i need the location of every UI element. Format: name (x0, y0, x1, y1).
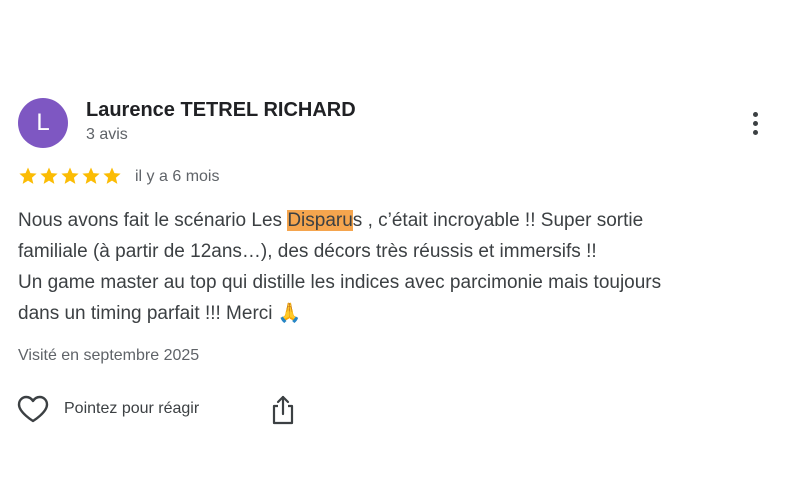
highlighted-text: Disparu (287, 210, 353, 231)
star-icon (103, 167, 121, 184)
review-text-line-4: dans un timing parfait !!! Merci 🙏 (18, 303, 302, 324)
author-name[interactable]: Laurence TETREL RICHARD (86, 99, 356, 122)
review-text-segment: Nous avons fait le scénario Les (18, 210, 288, 231)
share-icon (270, 394, 296, 426)
share-button[interactable] (268, 393, 298, 427)
review-text-line-1: Nous avons fait le scénario Les Disparus… (18, 205, 788, 236)
react-button[interactable]: Pointez pour réagir (16, 392, 199, 426)
heart-icon (16, 394, 50, 424)
more-vert-icon (752, 111, 758, 135)
review-count: 3 avis (86, 126, 128, 143)
avatar-initial: L (36, 109, 50, 136)
star-icon (40, 167, 58, 184)
review-text: Nous avons fait le scénario Les Disparus… (18, 205, 788, 329)
star-rating (18, 166, 122, 186)
star-icon (61, 167, 79, 184)
visit-date: Visité en septembre 2025 (18, 347, 200, 364)
review-text-segment: s , c’était incroyable !! Super sortie (352, 210, 644, 231)
review-text-line-2: familiale (à partir de 12ans…), des déco… (18, 241, 597, 262)
avatar[interactable]: L (18, 98, 68, 148)
review-time: il y a 6 mois (135, 168, 220, 185)
star-icon (82, 167, 100, 184)
react-label: Pointez pour réagir (64, 400, 200, 417)
review-card: L Laurence TETREL RICHARD 3 avis il y a … (0, 0, 800, 500)
star-icon (19, 167, 37, 184)
review-text-line-3: Un game master au top qui distille les i… (18, 272, 662, 293)
more-options-button[interactable] (740, 106, 770, 140)
